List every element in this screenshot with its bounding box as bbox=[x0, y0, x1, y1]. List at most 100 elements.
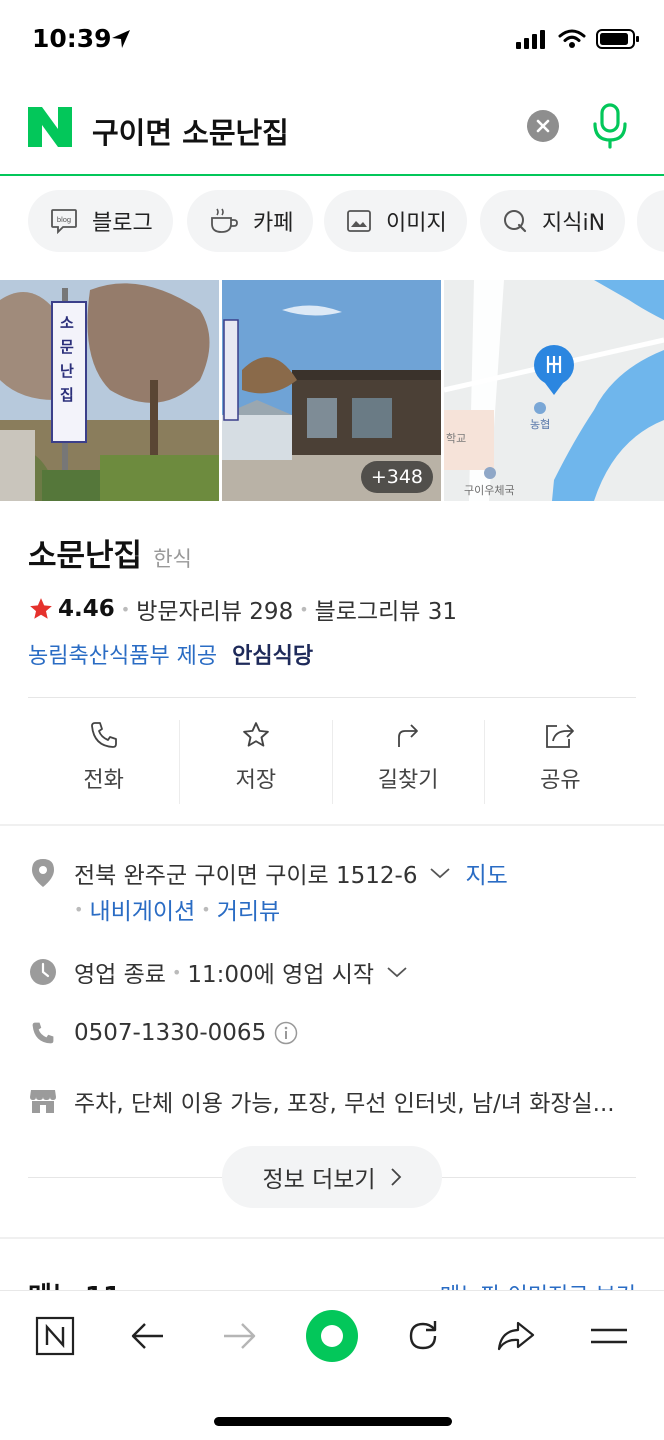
search-input[interactable]: 구이면 소문난집 bbox=[92, 110, 289, 152]
status-icons bbox=[516, 28, 640, 50]
section-separator bbox=[0, 1237, 664, 1239]
navigation-link[interactable]: 내비게이션 bbox=[89, 892, 195, 926]
streetview-link[interactable]: 거리뷰 bbox=[217, 892, 280, 926]
phone-icon bbox=[90, 722, 117, 748]
wifi-icon bbox=[558, 29, 586, 48]
restaurant-photo-1[interactable]: 소문난집 bbox=[0, 280, 219, 501]
action-label: 길찾기 bbox=[377, 768, 439, 793]
location-map-thumbnail[interactable]: 농협 학교 구이우체국 bbox=[444, 280, 664, 501]
hours-next: 11:00에 영업 시작 bbox=[187, 962, 375, 988]
cert-provider-link[interactable]: 농림축산식품부 제공 bbox=[28, 644, 217, 669]
share-icon bbox=[546, 724, 575, 748]
phone-number[interactable]: 0507-1330-0065 bbox=[74, 1020, 266, 1046]
status-time: 10:39 bbox=[32, 24, 112, 53]
certification-row: 농림축산식품부 제공 안심식당 bbox=[28, 638, 313, 670]
map-label: 학교 bbox=[446, 432, 466, 445]
blog-reviews-link[interactable]: 블로그리뷰 31 bbox=[315, 592, 457, 626]
hours-row[interactable]: 영업 종료 • 11:00에 영업 시작 bbox=[28, 955, 408, 989]
map-link[interactable]: 지도 bbox=[465, 856, 507, 890]
cellular-signal-icon bbox=[516, 30, 545, 49]
battery-icon bbox=[596, 29, 639, 49]
microphone-icon[interactable] bbox=[592, 102, 628, 150]
divider bbox=[28, 697, 636, 698]
chevron-down-icon[interactable] bbox=[429, 866, 451, 880]
clear-search-button[interactable] bbox=[527, 110, 559, 142]
hamburger-menu-icon bbox=[591, 1328, 627, 1344]
q-bubble-icon bbox=[504, 210, 527, 233]
clock-icon bbox=[30, 959, 56, 985]
amenities-row: 주차, 단체 이용 가능, 포장, 무선 인터넷, 남/녀 화장실... bbox=[28, 1084, 615, 1118]
blog-icon: blog bbox=[51, 209, 77, 234]
tab-cafe[interactable]: 카페 bbox=[187, 190, 314, 252]
directions-icon bbox=[398, 724, 419, 747]
map-image: 농협 학교 구이우체국 bbox=[444, 280, 664, 501]
coffee-cup-icon bbox=[211, 208, 238, 233]
tab-label: 지식iN bbox=[542, 211, 606, 236]
svg-text:blog: blog bbox=[57, 215, 71, 224]
menu-image-link[interactable]: 메뉴판 이미지로 보기 bbox=[440, 1278, 636, 1290]
rating-value: 4.46 bbox=[58, 596, 115, 622]
status-bar: 10:39 bbox=[0, 0, 664, 80]
map-label: 농협 bbox=[530, 418, 550, 431]
phone-row[interactable]: 0507-1330-0065 bbox=[28, 1020, 298, 1046]
tab-label: 카페 bbox=[253, 211, 294, 236]
restaurant-photo-2[interactable]: +348 bbox=[222, 280, 441, 501]
menu-section-title: 메뉴 11 bbox=[28, 1276, 121, 1290]
more-info-button[interactable]: 정보 더보기 bbox=[222, 1146, 442, 1208]
section-separator bbox=[0, 824, 664, 826]
info-circle-icon[interactable] bbox=[274, 1021, 298, 1045]
action-label: 전화 bbox=[83, 768, 124, 793]
photo-count-badge[interactable]: +348 bbox=[360, 461, 433, 493]
tab-blog[interactable]: blog 블로그 bbox=[28, 190, 173, 252]
search-tabs: blog 블로그 카페 이미지 지식iN bbox=[0, 188, 664, 254]
hours-status: 영업 종료 bbox=[74, 962, 166, 988]
back-button[interactable] bbox=[124, 1313, 170, 1359]
chevron-down-icon[interactable] bbox=[386, 965, 408, 979]
directions-button[interactable]: 길찾기 bbox=[333, 720, 485, 804]
browser-toolbar bbox=[0, 1290, 664, 1440]
call-button[interactable]: 전화 bbox=[28, 720, 181, 804]
amenities-text: 주차, 단체 이용 가능, 포장, 무선 인터넷, 남/녀 화장실... bbox=[74, 1091, 615, 1117]
visitor-reviews-link[interactable]: 방문자리뷰 298 bbox=[136, 592, 293, 626]
arrow-right-icon bbox=[224, 1323, 256, 1349]
address-text: 전북 완주군 구이면 구이로 1512-6 bbox=[74, 863, 418, 889]
place-header: 소문난집 한식 bbox=[28, 530, 638, 575]
place-category: 한식 bbox=[153, 547, 192, 571]
store-icon bbox=[30, 1090, 56, 1113]
save-button[interactable]: 저장 bbox=[180, 720, 333, 804]
star-rating-icon bbox=[30, 598, 52, 619]
arrow-left-icon bbox=[131, 1323, 163, 1349]
share-button[interactable]: 공유 bbox=[485, 720, 636, 804]
search-bar: 구이면 소문난집 bbox=[0, 88, 664, 176]
naver-logo-icon[interactable] bbox=[28, 107, 72, 147]
tab-image[interactable]: 이미지 bbox=[324, 190, 467, 252]
green-dot-icon bbox=[321, 1325, 343, 1347]
home-indicator bbox=[214, 1417, 452, 1426]
tab-more[interactable] bbox=[637, 190, 664, 252]
star-icon bbox=[243, 722, 269, 747]
forward-button[interactable] bbox=[217, 1313, 263, 1359]
naver-n-box-icon bbox=[35, 1316, 75, 1356]
share-page-button[interactable] bbox=[493, 1313, 539, 1359]
address-links-row: • 내비게이션 • 거리뷰 bbox=[74, 892, 280, 926]
map-label: 구이우체국 bbox=[464, 484, 515, 497]
refresh-icon bbox=[409, 1321, 437, 1350]
menu-button[interactable] bbox=[586, 1313, 632, 1359]
tab-label: 이미지 bbox=[386, 211, 447, 236]
share-arrow-icon bbox=[497, 1321, 535, 1351]
location-arrow-icon bbox=[112, 30, 130, 48]
image-icon bbox=[347, 210, 371, 232]
address-row: 전북 완주군 구이면 구이로 1512-6 지도 bbox=[28, 856, 508, 890]
refresh-button[interactable] bbox=[400, 1313, 446, 1359]
green-dot-button[interactable] bbox=[306, 1310, 358, 1362]
chevron-right-icon bbox=[390, 1168, 401, 1186]
sign-photo-image: 소문난집 bbox=[0, 280, 219, 501]
rating-row: 4.46 • 방문자리뷰 298 • 블로그리뷰 31 bbox=[28, 592, 457, 626]
action-bar: 전화 저장 길찾기 공유 bbox=[28, 720, 636, 804]
action-label: 저장 bbox=[235, 768, 277, 793]
photo-gallery: 소문난집 +348 농협 학교 구이우체국 bbox=[0, 280, 664, 501]
naver-home-button[interactable] bbox=[32, 1313, 78, 1359]
phone-filled-icon bbox=[32, 1022, 54, 1044]
location-pin-icon bbox=[32, 859, 54, 887]
tab-kin[interactable]: 지식iN bbox=[480, 190, 626, 252]
